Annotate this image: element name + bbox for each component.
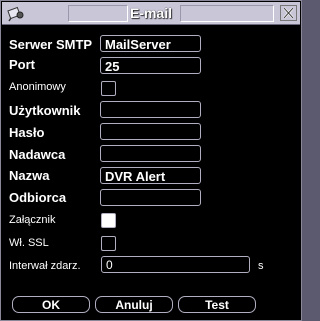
user-input[interactable]	[100, 101, 201, 118]
subject-input[interactable]: DVR Alert	[100, 167, 201, 184]
recipient-input[interactable]	[100, 189, 201, 206]
email-dialog: E-mail Serwer SMTP MailServer Port 25 An…	[0, 0, 302, 321]
sender-input[interactable]	[100, 145, 201, 162]
ssl-label: Wł. SSL	[9, 237, 49, 249]
dialog-title: E-mail	[129, 5, 172, 21]
test-button[interactable]: Test	[178, 296, 256, 313]
user-label: Użytkownik	[9, 103, 81, 118]
port-input[interactable]: 25	[100, 57, 201, 74]
port-label: Port	[9, 57, 35, 72]
attachment-checkbox[interactable]	[101, 213, 116, 228]
title-bar: E-mail	[2, 2, 300, 25]
recipient-label: Odbiorca	[9, 190, 67, 205]
interval-unit: s	[258, 260, 264, 272]
smtp-server-label: Serwer SMTP	[9, 37, 93, 52]
interval-input[interactable]: 0	[101, 256, 250, 273]
anonymous-checkbox[interactable]	[101, 81, 116, 96]
close-icon[interactable]	[280, 5, 297, 21]
ssl-checkbox[interactable]	[101, 236, 116, 251]
cancel-button[interactable]: Anuluj	[95, 296, 173, 313]
ok-button[interactable]: OK	[12, 296, 90, 313]
password-label: Hasło	[9, 125, 45, 140]
smtp-server-input[interactable]: MailServer	[100, 35, 201, 52]
subject-label: Nazwa	[9, 168, 50, 183]
interval-label: Interwał zdarz.	[9, 260, 81, 272]
password-input[interactable]	[100, 123, 201, 140]
sender-label: Nadawca	[9, 147, 66, 162]
anonymous-label: Anonimowy	[9, 81, 66, 93]
attachment-label: Załącznik	[9, 214, 56, 226]
